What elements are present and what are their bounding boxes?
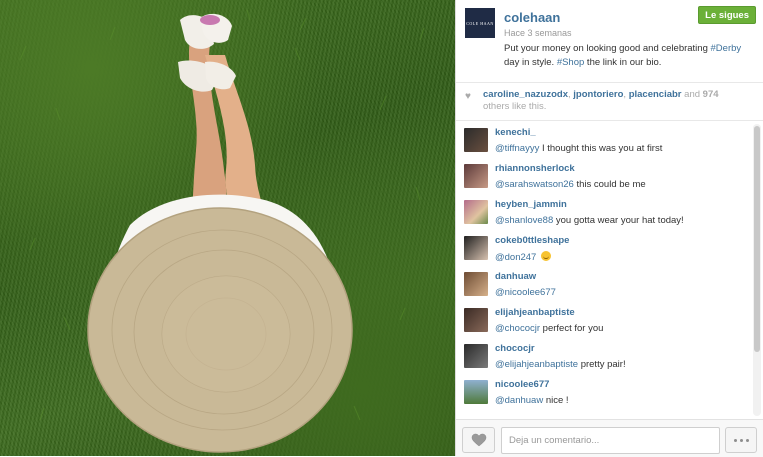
commenter-avatar[interactable] [464,380,488,404]
comment-item: elijahjeanbaptiste @chococjr perfect for… [464,301,744,337]
likes-joiner: and [684,89,701,100]
comment-item: nicoolee677 @danhuaw nice ! [464,373,744,409]
comment-body: you gotta wear your hat today! [553,215,684,226]
likes-section: ♥ caroline_nazuzodx, jpontoriero, placen… [456,83,763,121]
comment-item: heyben_jammin @shanlove88 you gotta wear… [464,193,744,229]
comment-text: @don247 [495,251,551,263]
comment-text: @elijahjeanbaptiste pretty pair! [495,359,626,370]
author-avatar[interactable]: COLE HAAN [465,8,495,38]
comment-mention[interactable]: @sarahswatson26 [495,179,574,190]
comment-composer [456,419,763,457]
post-header: COLE HAAN colehaan Hace 3 semanas Put yo… [456,0,763,83]
heart-icon [471,433,486,447]
comment-mention[interactable]: @tiffnayyy [495,143,539,154]
post-photo[interactable] [0,0,455,456]
comment-username[interactable]: kenechi_ [495,127,536,138]
comment-item: rhiannonsherlock @sarahswatson26 this co… [464,157,744,193]
comment-username[interactable]: danhuaw [495,271,536,282]
comment-mention[interactable]: @danhuaw [495,395,543,406]
author-username[interactable]: colehaan [504,10,560,25]
comment-mention[interactable]: @nicoolee677 [495,287,556,298]
scrollbar-thumb[interactable] [754,126,760,352]
like-button[interactable] [462,427,495,453]
commenter-avatar[interactable] [464,344,488,368]
comment-mention[interactable]: @shanlove88 [495,215,553,226]
ellipsis-icon [733,438,737,442]
ellipsis-icon [745,438,749,442]
comment-text: @sarahswatson26 this could be me [495,179,646,190]
comment-username[interactable]: chococjr [495,343,535,354]
comment-body: this could be me [573,179,646,190]
liker-name[interactable]: jpontoriero [573,89,623,100]
post-caption: Put your money on looking good and celeb… [504,42,744,70]
comment-text: @tiffnayyy I thought this was you at fir… [495,143,662,154]
brand-logo: COLE HAAN [466,20,494,26]
more-options-button[interactable] [725,427,757,453]
comments-list[interactable]: kenechi_ @tiffnayyy I thought this was y… [456,121,763,419]
comment-body [536,252,539,263]
caption-text-end: the link in our bio. [584,57,662,68]
comment-item: cokeb0ttleshape @don247 [464,229,744,265]
comment-username[interactable]: rhiannonsherlock [495,163,575,174]
commenter-avatar[interactable] [464,200,488,224]
likes-summary: caroline_nazuzodx, jpontoriero, placenci… [483,89,753,113]
comments-scrollbar[interactable] [753,124,761,416]
likes-suffix: others like this. [483,101,547,112]
commenter-avatar[interactable] [464,272,488,296]
commenter-avatar[interactable] [464,308,488,332]
comment-mention[interactable]: @chococjr [495,323,540,334]
comment-mention[interactable]: @elijahjeanbaptiste [495,359,578,370]
photo-illustration [19,9,425,453]
hashtag-shop[interactable]: #Shop [557,57,584,68]
commenter-avatar[interactable] [464,236,488,260]
comment-body: pretty pair! [578,359,626,370]
comment-item: kenechi_ @tiffnayyy I thought this was y… [464,121,744,157]
caption-text-mid: day in style. [504,57,557,68]
comment-body: perfect for you [540,323,604,334]
comment-username[interactable]: cokeb0ttleshape [495,235,569,246]
comment-mention[interactable]: @don247 [495,252,536,263]
caption-text: Put your money on looking good and celeb… [504,43,708,54]
comment-text: @shanlove88 you gotta wear your hat toda… [495,215,684,226]
comment-body: I thought this was you at first [539,143,663,154]
ellipsis-icon [739,438,743,442]
comment-text: @danhuaw nice ! [495,395,569,406]
comment-body: nice ! [543,395,569,406]
comment-username[interactable]: heyben_jammin [495,199,567,210]
comment-username[interactable]: elijahjeanbaptiste [495,307,575,318]
liker-name[interactable]: placenciabr [629,89,682,100]
post-timestamp: Hace 3 semanas [504,28,572,38]
post-details-panel: COLE HAAN colehaan Hace 3 semanas Put yo… [455,0,763,457]
liker-name[interactable]: caroline_nazuzodx [483,89,568,100]
heart-icon: ♥ [465,91,471,102]
comment-text: @nicoolee677 [495,287,556,298]
comment-text: @chococjr perfect for you [495,323,603,334]
smile-emoji-icon [541,251,551,261]
commenter-avatar[interactable] [464,164,488,188]
commenter-avatar[interactable] [464,128,488,152]
hashtag-derby[interactable]: #Derby [711,43,742,54]
comment-input[interactable] [501,427,720,454]
comment-item: chococjr @elijahjeanbaptiste pretty pair… [464,337,744,373]
likes-count[interactable]: 974 [703,89,719,100]
comment-username[interactable]: nicoolee677 [495,379,549,390]
comment-item: danhuaw @nicoolee677 [464,265,744,301]
following-button[interactable]: Le sigues [698,6,756,24]
